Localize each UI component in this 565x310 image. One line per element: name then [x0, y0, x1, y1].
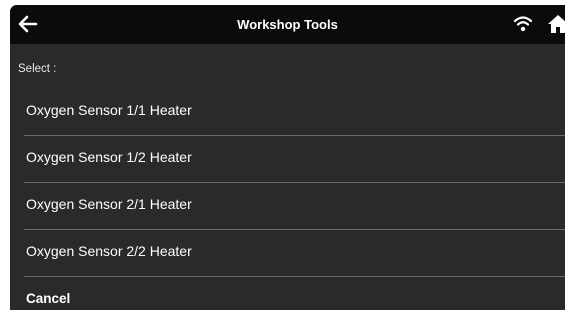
select-prompt: Select :	[18, 63, 57, 75]
option-oxygen-sensor-1-1-heater[interactable]: Oxygen Sensor 1/1 Heater	[10, 87, 565, 133]
divider	[24, 276, 565, 277]
option-oxygen-sensor-2-2-heater[interactable]: Oxygen Sensor 2/2 Heater	[10, 228, 565, 274]
app-window: Workshop Tools Select : Oxygen Sensor 1/…	[10, 5, 565, 310]
home-icon	[548, 15, 565, 33]
home-button[interactable]	[547, 14, 565, 34]
cancel-button[interactable]: Cancel	[26, 291, 70, 306]
option-oxygen-sensor-1-2-heater[interactable]: Oxygen Sensor 1/2 Heater	[10, 134, 565, 180]
wifi-status	[513, 15, 533, 33]
page-title: Workshop Tools	[237, 17, 338, 32]
option-oxygen-sensor-2-1-heater[interactable]: Oxygen Sensor 2/1 Heater	[10, 181, 565, 227]
wifi-icon	[513, 16, 533, 32]
top-bar: Workshop Tools	[10, 5, 565, 44]
